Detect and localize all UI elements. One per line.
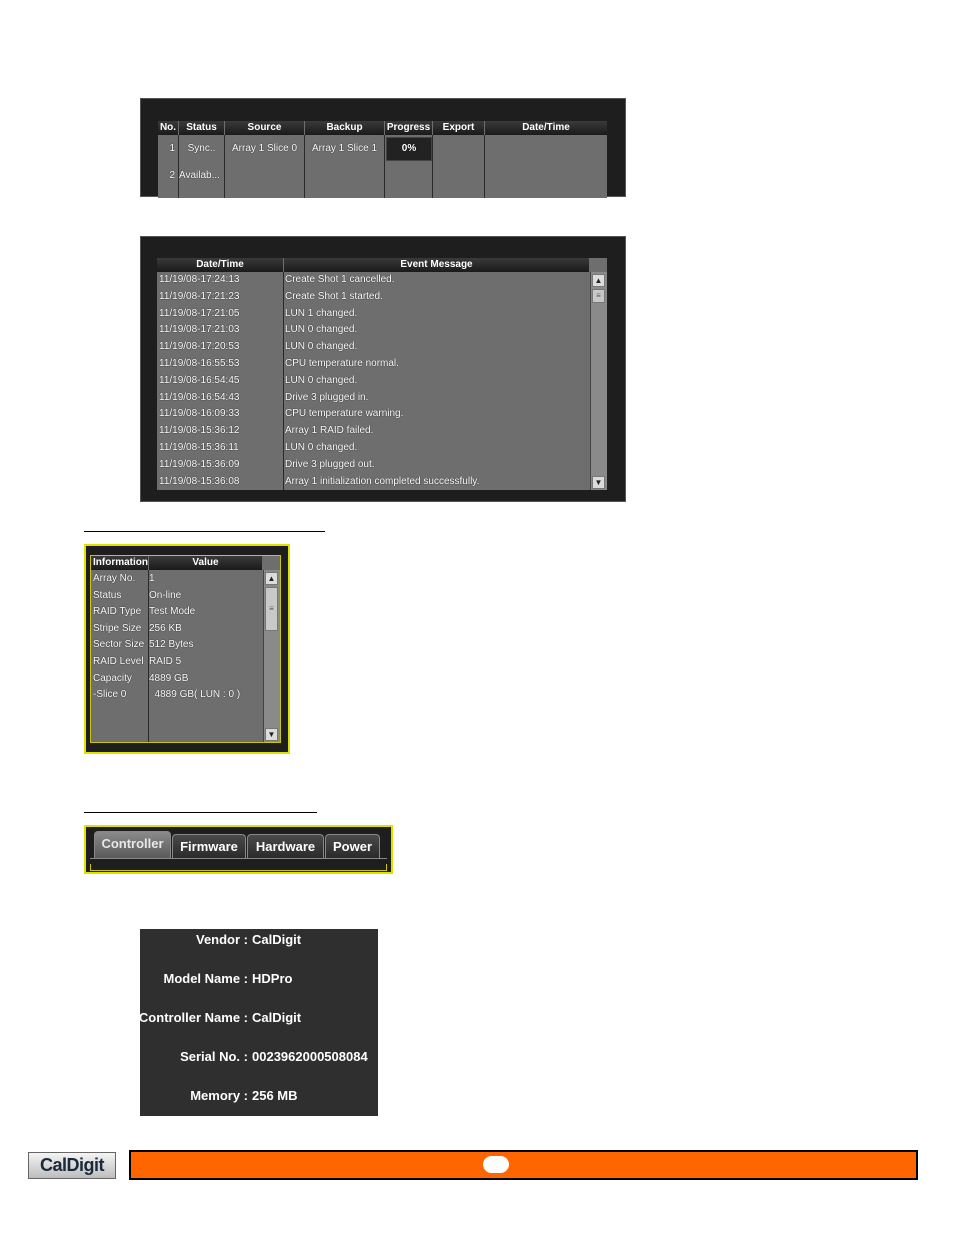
col-divider — [433, 135, 485, 198]
col-header-datetime[interactable]: Date/Time — [485, 121, 607, 135]
event-message: Array 1 RAID failed. — [285, 425, 374, 437]
footer-bar — [129, 1150, 918, 1180]
scroll-thumb[interactable]: ≡ — [592, 289, 605, 303]
row-status: Sync.. — [187, 143, 216, 154]
event-message: LUN 1 changed. — [285, 307, 358, 319]
col-header-event-message[interactable]: Event Message — [284, 258, 590, 272]
event-message: Drive 3 plugged out. — [285, 458, 375, 470]
event-message: Create Shot 1 cancelled. — [285, 274, 395, 285]
array-info-panel: Information Value Array No. 1 Status On-lin… — [84, 544, 290, 754]
section-underline — [84, 531, 325, 532]
tab-power[interactable]: Power — [325, 834, 380, 858]
event-message: LUN 0 changed. — [285, 442, 358, 453]
controller-tab-bar: Controller Firmware Hardware Power — [84, 825, 393, 874]
scroll-thumb[interactable]: ≡ — [265, 587, 278, 631]
info-label: RAID Type — [93, 606, 142, 618]
tab-hardware[interactable]: Hardware — [247, 834, 324, 858]
event-datetime: 11/19/08-17:20:53 — [159, 341, 240, 353]
controller-info-panel: Vendor : CalDigit Model Name : HDPro Control… — [140, 929, 378, 1116]
event-datetime: 11/19/08-15:36:09 — [159, 458, 240, 470]
controller-info-value: CalDigit — [252, 1010, 302, 1025]
event-message: Drive 3 plugged in. — [285, 391, 369, 403]
controller-info-label: Vendor : — [195, 932, 248, 947]
info-label: Capacity — [93, 672, 132, 684]
event-message: CPU temperature normal. — [285, 358, 399, 369]
progress-bar: 0% — [386, 137, 432, 161]
controller-info-label: Serial No. : — [180, 1049, 248, 1064]
logo-text: CalDigit — [39, 1155, 105, 1175]
event-datetime: 11/19/08-16:54:43 — [159, 391, 240, 403]
controller-info-value: 0023962000508084 — [252, 1049, 368, 1064]
col-header-value[interactable]: Value — [149, 556, 263, 570]
info-label: -Slice 0 — [93, 689, 127, 701]
array-info-table: Information Value Array No. 1 Status On-lin… — [90, 555, 281, 743]
scroll-down-icon[interactable]: ▼ — [592, 476, 605, 489]
event-datetime: 11/19/08-17:21:05 — [159, 307, 240, 319]
event-log-table: Date/Time Event Message 11/19/08-17:24:1… — [157, 258, 607, 490]
info-label: Stripe Size — [93, 622, 142, 634]
info-label: RAID Level — [93, 656, 144, 667]
event-datetime: 11/19/08-15:36:11 — [159, 442, 239, 453]
row-source: Array 1 Slice 0 — [231, 143, 298, 154]
row-no: 2 — [169, 170, 175, 181]
scroll-down-icon[interactable]: ▼ — [265, 728, 278, 741]
event-datetime: 11/19/08-15:36:08 — [159, 475, 240, 487]
caldigit-logo: CalDigit — [28, 1152, 116, 1179]
task-status-table: No. Status Source Backup Progress Export… — [158, 121, 607, 198]
task-status-panel: No. Status Source Backup Progress Export… — [140, 98, 626, 198]
col-header-export[interactable]: Export — [433, 121, 485, 135]
tab-firmware[interactable]: Firmware — [172, 834, 246, 858]
event-datetime: 11/19/08-15:36:12 — [159, 425, 240, 437]
col-header-backup[interactable]: Backup — [305, 121, 385, 135]
info-value: 512 Bytes — [149, 639, 194, 651]
info-value: 4889 GB — [149, 672, 189, 684]
section-underline — [84, 812, 317, 813]
info-value: RAID 5 — [149, 656, 182, 667]
col-header-datetime[interactable]: Date/Time — [157, 258, 284, 272]
event-datetime: 11/19/08-17:21:03 — [159, 324, 240, 336]
col-header-status[interactable]: Status — [179, 121, 225, 135]
col-header-information[interactable]: Information — [91, 556, 149, 570]
row-no: 1 — [169, 143, 175, 154]
controller-info-label: Controller Name : — [140, 1010, 248, 1025]
info-label: Array No. — [93, 573, 136, 584]
info-value: 4889 GB( LUN : 0 ) — [149, 689, 241, 701]
event-message: LUN 0 changed. — [285, 341, 358, 353]
event-message: LUN 0 changed. — [285, 324, 358, 336]
event-message: LUN 0 changed. — [285, 374, 358, 386]
event-datetime: 11/19/08-16:55:53 — [159, 358, 240, 369]
event-datetime: 11/19/08-16:54:45 — [159, 374, 240, 386]
page-number-badge — [483, 1156, 509, 1173]
row-backup: Array 1 Slice 1 — [311, 143, 378, 154]
event-log-panel: Date/Time Event Message 11/19/08-17:24:1… — [140, 236, 626, 502]
event-datetime: 11/19/08-17:24:13 — [159, 274, 240, 285]
scroll-up-icon[interactable]: ▲ — [265, 572, 278, 585]
controller-info-value: CalDigit — [252, 932, 302, 947]
info-value: On-line — [149, 589, 182, 601]
controller-info-label: Memory : — [190, 1088, 248, 1103]
info-value: Test Mode — [149, 606, 196, 618]
tab-strip-frame — [90, 864, 387, 871]
controller-info-label: Model Name : — [163, 971, 248, 986]
array-info-scrollbar[interactable]: ▲ ≡ ▼ — [263, 570, 280, 742]
controller-info-value: HDPro — [252, 971, 293, 986]
info-value: 256 KB — [149, 622, 182, 634]
event-datetime: 11/19/08-16:09:33 — [159, 408, 240, 420]
col-header-source[interactable]: Source — [225, 121, 305, 135]
col-header-progress[interactable]: Progress — [385, 121, 433, 135]
controller-info-value: 256 MB — [252, 1088, 298, 1103]
scroll-up-icon[interactable]: ▲ — [592, 274, 605, 287]
event-log-scrollbar[interactable]: ▲ ≡ ▼ — [590, 272, 607, 490]
info-value: 1 — [149, 573, 155, 584]
event-message: Array 1 initialization completed success… — [285, 475, 480, 487]
event-message: Create Shot 1 started. — [285, 290, 383, 302]
progress-label: 0% — [401, 143, 417, 154]
info-label: Sector Size — [93, 639, 145, 651]
col-header-no[interactable]: No. — [158, 121, 179, 135]
event-message: CPU temperature warning. — [285, 408, 404, 420]
event-datetime: 11/19/08-17:21:23 — [159, 290, 240, 302]
tab-controller[interactable]: Controller — [94, 831, 171, 858]
row-status: Availab... — [179, 170, 220, 181]
info-label: Status — [93, 589, 122, 601]
